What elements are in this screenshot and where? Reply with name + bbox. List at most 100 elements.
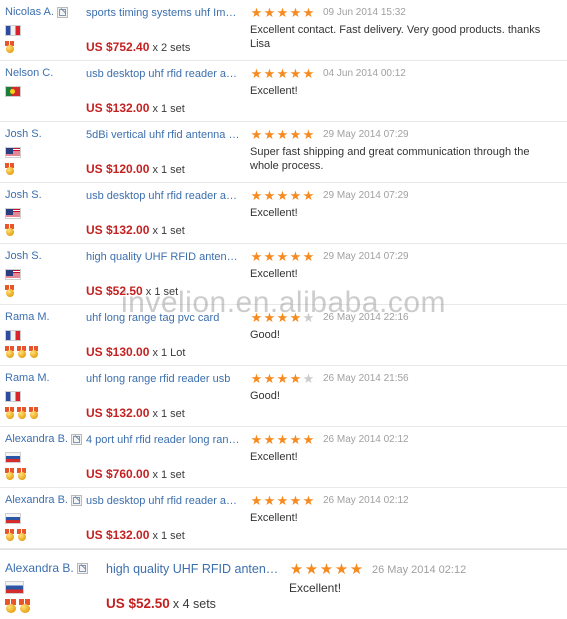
- message-icon[interactable]: [56, 7, 68, 18]
- star-icon: ★: [263, 127, 276, 142]
- medal-badges: [5, 407, 84, 419]
- feedback-comment: Excellent!: [250, 512, 298, 524]
- product-title-link[interactable]: 4 port uhf rfid reader long range w...: [86, 433, 242, 447]
- star-icon: ★: [289, 493, 302, 508]
- product-title-link[interactable]: high quality UHF RFID antenna 9dBi: [106, 562, 281, 576]
- buyer-name[interactable]: Alexandra B.: [5, 562, 74, 575]
- product-title-link[interactable]: uhf long range rfid reader usb: [86, 372, 242, 386]
- rating-line: ★ ★ ★ ★ ★ 26 May 2014 21:56: [250, 372, 561, 385]
- star-icon: ★: [349, 561, 364, 578]
- product-title-link[interactable]: high quality UHF RFID antenna 9dBi: [86, 250, 242, 264]
- price-amount: US $132.00: [86, 406, 150, 420]
- star-rating: ★ ★ ★ ★ ★: [250, 6, 315, 19]
- feedback-comment: Good!: [250, 390, 280, 402]
- feedback-comment: Excellent contact. Fast delivery. Very g…: [250, 24, 541, 50]
- medal-icon: [29, 346, 38, 358]
- star-icon: ★: [334, 561, 349, 578]
- feedback-cell: ★ ★ ★ ★ ★ 26 May 2014 02:12 Excellent!: [242, 433, 567, 464]
- buyer-name[interactable]: Josh S.: [5, 189, 42, 202]
- price-quantity: x 1 set: [152, 164, 185, 176]
- rating-line: ★ ★ ★ ★ ★ 09 Jun 2014 15:32: [250, 6, 561, 19]
- feedback-date: 26 May 2014 02:12: [323, 495, 409, 506]
- message-icon[interactable]: [70, 434, 82, 445]
- medal-icon: [17, 468, 26, 480]
- feedback-date: 26 May 2014 02:12: [323, 434, 409, 445]
- message-icon[interactable]: [76, 563, 88, 574]
- star-icon: ★: [276, 432, 289, 447]
- star-icon: ★: [250, 432, 263, 447]
- buyer-name[interactable]: Alexandra B.: [5, 494, 68, 507]
- rating-line: ★ ★ ★ ★ ★ 29 May 2014 07:29: [250, 128, 561, 141]
- buyer-cell: Alexandra B.: [0, 562, 96, 613]
- medal-icon: [5, 163, 14, 175]
- rating-line: ★ ★ ★ ★ ★ 29 May 2014 07:29: [250, 250, 561, 263]
- star-icon: ★: [289, 310, 302, 325]
- feedback-cell: ★ ★ ★ ★ ★ 09 Jun 2014 15:32 Excellent contact.…: [242, 6, 567, 51]
- price-quantity: x 1 set: [152, 103, 185, 115]
- product-title-link[interactable]: usb desktop uhf rfid reader and wri...: [86, 189, 242, 203]
- buyer-name[interactable]: Rama M.: [5, 311, 50, 324]
- buyer-cell: Josh S.: [0, 189, 84, 236]
- feedback-comment: Excellent!: [250, 451, 298, 463]
- feedback-cell: ★ ★ ★ ★ ★ 26 May 2014 22:16 Good!: [242, 311, 567, 342]
- buyer-cell: Rama M.: [0, 372, 84, 419]
- star-icon: ★: [276, 5, 289, 20]
- buyer-name[interactable]: Josh S.: [5, 128, 42, 141]
- buyer-cell: Rama M.: [0, 311, 84, 358]
- star-icon: ★: [276, 310, 289, 325]
- buyer-name[interactable]: Nicolas A.: [5, 6, 54, 19]
- star-icon: ★: [276, 493, 289, 508]
- price-amount: US $132.00: [86, 223, 150, 237]
- star-icon: ★: [276, 127, 289, 142]
- star-icon: ★: [289, 432, 302, 447]
- medal-badges: [5, 529, 84, 541]
- price-line: US $132.00 x 1 set: [86, 101, 242, 115]
- price-line: US $760.00 x 1 set: [86, 467, 242, 481]
- medal-icon: [5, 407, 14, 419]
- star-icon: ★: [302, 5, 315, 20]
- feedback-date: 26 May 2014 22:16: [323, 312, 409, 323]
- product-cell: 4 port uhf rfid reader long range w... US…: [84, 433, 242, 481]
- product-title-link[interactable]: uhf long range tag pvc card: [86, 311, 242, 325]
- medal-badges: [5, 163, 84, 175]
- russia-flag-icon: [5, 581, 24, 594]
- star-icon: ★: [289, 5, 302, 20]
- product-cell: high quality UHF RFID antenna 9dBi US $52…: [84, 250, 242, 298]
- medal-badges: [5, 41, 84, 53]
- product-cell: usb desktop uhf rfid reader and wri... US…: [84, 494, 242, 542]
- russia-flag-icon: [5, 452, 21, 463]
- buyer-name[interactable]: Alexandra B.: [5, 433, 68, 446]
- france-flag-icon: [5, 25, 21, 36]
- star-rating: ★ ★ ★ ★ ★: [250, 372, 315, 385]
- buyer-name-line: Alexandra B.: [5, 494, 84, 507]
- buyer-name-line: Alexandra B.: [5, 433, 84, 446]
- star-icon: ★: [304, 561, 319, 578]
- feedback-row: Rama M. uhf long range tag pvc card US $13…: [0, 305, 567, 366]
- feedback-comment: Excellent!: [250, 207, 298, 219]
- price-quantity: x 1 set: [152, 530, 185, 542]
- star-icon: ★: [276, 66, 289, 81]
- buyer-cell: Alexandra B.: [0, 494, 84, 541]
- buyer-name[interactable]: Rama M.: [5, 372, 50, 385]
- buyer-name[interactable]: Nelson C.: [5, 67, 53, 80]
- price-line: US $132.00 x 1 set: [86, 528, 242, 542]
- star-icon: ★: [276, 188, 289, 203]
- buyer-cell: Josh S.: [0, 250, 84, 297]
- product-title-link[interactable]: 5dBi vertical uhf rfid antenna 860-...: [86, 128, 242, 142]
- feedback-row: Rama M. uhf long range rfid reader usb US …: [0, 366, 567, 427]
- buyer-name[interactable]: Josh S.: [5, 250, 42, 263]
- feedback-cell: ★ ★ ★ ★ ★ 29 May 2014 07:29 Excellent!: [242, 250, 567, 281]
- medal-icon: [5, 41, 14, 53]
- medal-badges: [5, 346, 84, 358]
- star-icon: ★: [263, 188, 276, 203]
- rating-line: ★ ★ ★ ★ ★ 26 May 2014 22:16: [250, 311, 561, 324]
- product-title-link[interactable]: usb desktop uhf rfid reader and wri...: [86, 67, 242, 81]
- star-rating: ★ ★ ★ ★ ★: [250, 189, 315, 202]
- star-icon: ★: [250, 493, 263, 508]
- product-title-link[interactable]: usb desktop uhf rfid reader and wri...: [86, 494, 242, 508]
- product-cell: high quality UHF RFID antenna 9dBi US $52…: [96, 562, 281, 611]
- product-cell: uhf long range tag pvc card US $130.00 x …: [84, 311, 242, 359]
- product-title-link[interactable]: sports timing systems uhf Impinj R...: [86, 6, 242, 20]
- message-icon[interactable]: [70, 495, 82, 506]
- feedback-date: 29 May 2014 07:29: [323, 251, 409, 262]
